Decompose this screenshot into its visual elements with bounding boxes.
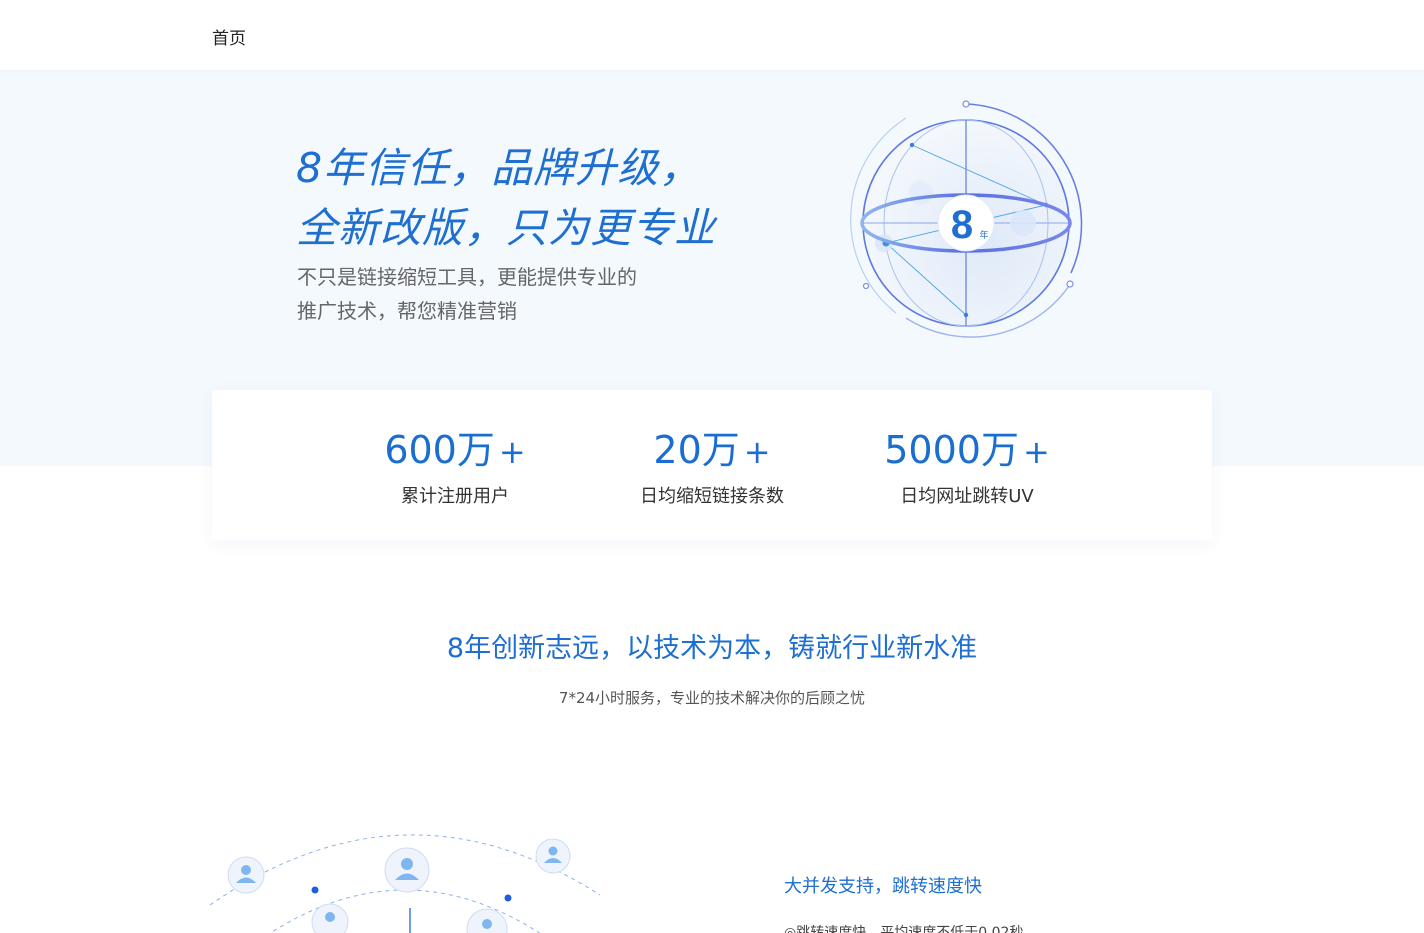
top-nav: 首页	[0, 0, 1424, 70]
user-icon	[384, 847, 430, 893]
stat-plus: +	[1022, 433, 1050, 471]
stat-value: 600万 +	[335, 422, 575, 480]
stat-label: 日均缩短链接条数	[640, 486, 784, 507]
network-illustration	[209, 834, 601, 933]
stat-plus: +	[743, 433, 771, 471]
hero-subtitle-line1: 不只是链接缩短工具，更能提供专业的	[297, 265, 637, 289]
hero-title-line1: 8年信任，品牌升级，	[296, 144, 702, 192]
feature-title: 大并发支持，跳转速度快	[784, 876, 982, 897]
stat-value: 5000万 +	[847, 422, 1087, 480]
user-icon	[466, 908, 508, 933]
hero-subtitle: 不只是链接缩短工具，更能提供专业的 推广技术，帮您精准营销	[297, 260, 687, 328]
hero-subtitle-line2: 推广技术，帮您精准营销	[297, 299, 517, 323]
stat-label: 累计注册用户	[401, 486, 509, 507]
stat-value: 20万 +	[592, 422, 832, 480]
stat-number: 600万	[384, 428, 495, 472]
section-title: 8年创新志远，以技术为本，铸就行业新水准	[446, 633, 978, 664]
stat-plus: +	[498, 433, 526, 471]
badge-unit: 年	[979, 229, 988, 241]
feature-description: ◎跳转速度快，平均速度不低于0.02秒	[784, 925, 1024, 933]
user-icon	[535, 838, 571, 874]
hero-title: 8年信任，品牌升级， 全新改版，只为更专业	[296, 138, 716, 258]
stat-number: 20万	[653, 428, 740, 472]
stat-label: 日均网址跳转UV	[900, 486, 1034, 507]
badge-number: 8	[951, 203, 973, 247]
stat-number: 5000万	[884, 428, 1019, 472]
stat-daily-short-links: 20万 + 日均缩短链接条数	[592, 422, 832, 508]
globe-illustration: 8 年	[850, 100, 1083, 338]
stats-card: 600万 + 累计注册用户 20万 + 日均缩短链接条数 5000万 + 日均网址跳转…	[212, 390, 1212, 540]
stat-registered-users: 600万 + 累计注册用户	[335, 422, 575, 508]
hero-title-line2: 全新改版，只为更专业	[296, 204, 716, 252]
nav-home-link[interactable]: 首页	[212, 24, 246, 49]
stat-daily-uv: 5000万 + 日均网址跳转UV	[847, 422, 1087, 508]
user-icon	[227, 856, 265, 894]
section-subtitle: 7*24小时服务，专业的技术解决你的后顾之忧	[558, 689, 866, 707]
